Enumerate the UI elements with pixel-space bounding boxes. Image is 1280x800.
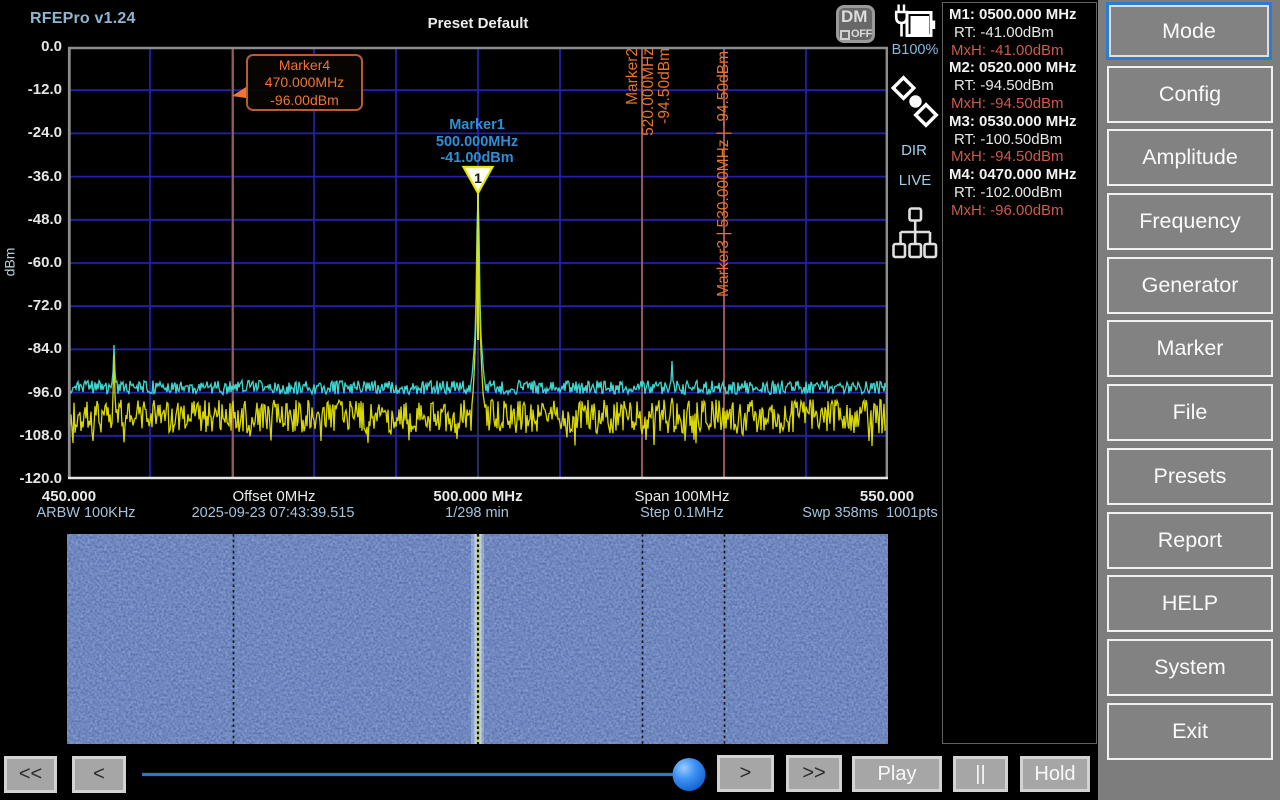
svg-text:1: 1	[474, 170, 482, 186]
